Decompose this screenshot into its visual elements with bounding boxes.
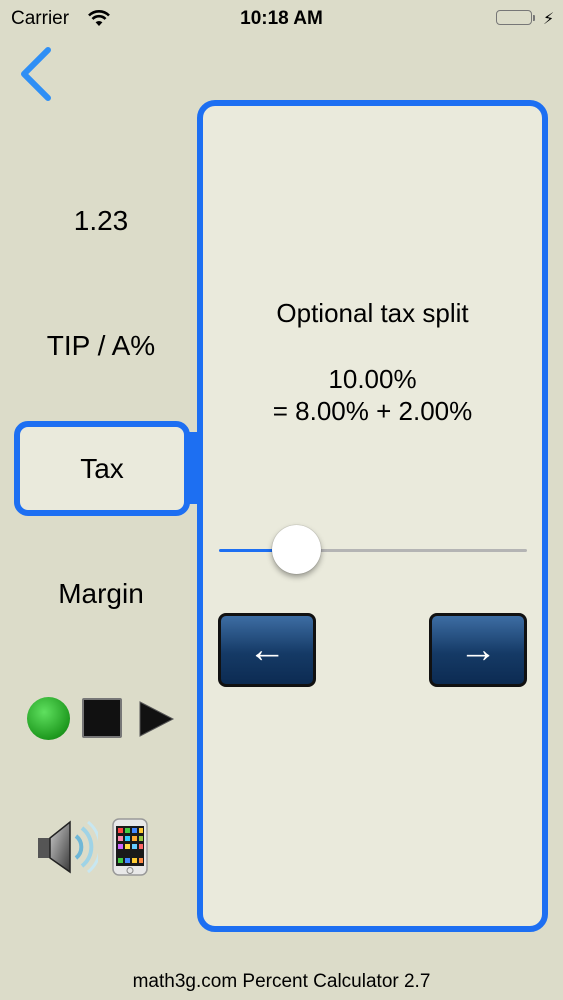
clock: 10:18 AM bbox=[240, 8, 323, 29]
battery-icon bbox=[496, 10, 536, 27]
play-icon[interactable] bbox=[138, 700, 176, 743]
slider-track[interactable] bbox=[297, 549, 527, 552]
tab-margin[interactable]: Margin bbox=[14, 578, 188, 610]
footer-credit: math3g.com Percent Calculator 2.7 bbox=[132, 971, 431, 992]
charging-icon: ⚡ bbox=[543, 11, 555, 28]
next-button[interactable]: → bbox=[429, 613, 527, 687]
green-record-icon[interactable] bbox=[27, 697, 70, 740]
arrow-right-icon: → bbox=[459, 628, 497, 671]
stop-icon[interactable] bbox=[82, 698, 122, 738]
speaker-icon[interactable] bbox=[36, 818, 102, 881]
tab-tax-label: Tax bbox=[80, 452, 124, 484]
status-bar: Carrier 10:18 AM ⚡ bbox=[0, 0, 563, 38]
tax-total: 10.00% bbox=[328, 364, 417, 394]
tab-tip[interactable]: TIP / A% bbox=[14, 330, 188, 362]
back-button[interactable] bbox=[16, 44, 56, 104]
chevron-left-icon bbox=[21, 47, 51, 101]
tax-panel bbox=[197, 100, 548, 932]
tab-tax[interactable]: Tax bbox=[14, 421, 190, 516]
arrow-left-icon: ← bbox=[248, 628, 286, 671]
panel-title: Optional tax split bbox=[276, 298, 469, 328]
phone-icon[interactable] bbox=[112, 818, 148, 881]
previous-button[interactable]: ← bbox=[218, 613, 316, 687]
value-display[interactable]: 1.23 bbox=[14, 205, 188, 237]
slider-thumb[interactable] bbox=[272, 525, 321, 574]
tax-split: = 8.00% + 2.00% bbox=[272, 396, 473, 426]
